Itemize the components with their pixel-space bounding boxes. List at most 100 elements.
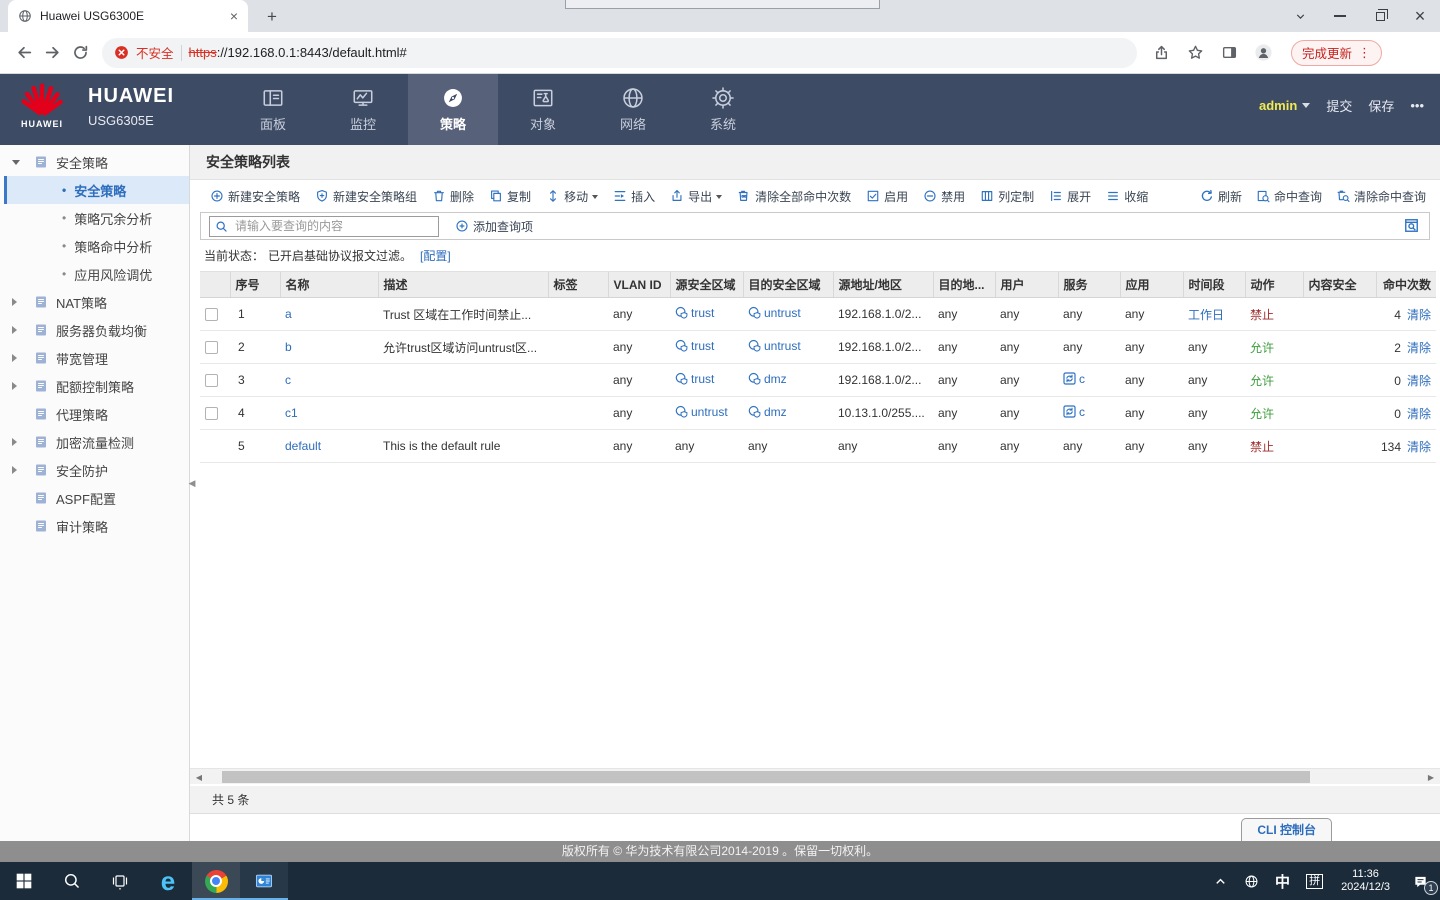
sidebar-item-audit-policy[interactable]: 审计策略: [0, 512, 189, 540]
toolbar-clear-hit-query-button[interactable]: 清除命中查询: [1336, 188, 1426, 205]
col-header[interactable]: 服务: [1058, 272, 1120, 298]
sidebar-item-proxy-policy[interactable]: 代理策略: [0, 400, 189, 428]
scroll-left-arrow-icon[interactable]: ◀: [192, 769, 206, 785]
nav-tab-dashboard[interactable]: 面板: [228, 74, 318, 145]
collapse-arrow-icon[interactable]: [12, 354, 21, 362]
chrome-taskbar-icon[interactable]: [192, 862, 240, 900]
window-restore-button[interactable]: [1360, 0, 1400, 32]
sidebar-item-security-protection[interactable]: 安全防护: [0, 456, 189, 484]
row-checkbox[interactable]: [205, 341, 218, 354]
col-header[interactable]: 描述: [378, 272, 548, 298]
col-header[interactable]: [200, 272, 230, 298]
source-zone-link[interactable]: trust: [675, 339, 714, 353]
clear-hits-link[interactable]: 清除: [1407, 341, 1431, 355]
sidebar-item-security-policy[interactable]: 安全策略: [0, 148, 189, 176]
horizontal-scrollbar[interactable]: ◀ ▶: [190, 768, 1440, 784]
collapse-arrow-icon[interactable]: [12, 438, 21, 446]
policy-row[interactable]: 3 c any trust dmz 192.168.1.0/2... any a…: [200, 364, 1436, 397]
policy-row[interactable]: 2 b 允许trust区域访问untrust区... any trust unt…: [200, 331, 1436, 364]
row-checkbox[interactable]: [205, 407, 218, 420]
col-header[interactable]: 动作: [1245, 272, 1303, 298]
toolbar-collapse-button[interactable]: 收缩: [1106, 188, 1148, 205]
col-header[interactable]: 应用: [1120, 272, 1183, 298]
collapse-arrow-icon[interactable]: [12, 466, 21, 474]
toolbar-expand-button[interactable]: 展开: [1049, 188, 1091, 205]
policy-name-link[interactable]: a: [285, 307, 292, 321]
clear-hits-link[interactable]: 清除: [1407, 308, 1431, 322]
browser-tab[interactable]: Huawei USG6300E ×: [8, 0, 248, 32]
toolbar-enable-button[interactable]: 启用: [866, 188, 908, 205]
chrome-update-button[interactable]: 完成更新 ⋮: [1291, 40, 1382, 66]
user-menu[interactable]: admin: [1259, 98, 1310, 113]
bookmark-star-icon[interactable]: [1181, 39, 1209, 67]
ime-pinyin-indicator[interactable]: 拼: [1298, 862, 1331, 900]
taskbar-clock[interactable]: 11:36 2024/12/3: [1331, 868, 1400, 894]
col-header[interactable]: 序号: [230, 272, 280, 298]
toolbar-column-custom-button[interactable]: 列定制: [980, 188, 1034, 205]
dest-zone-link[interactable]: untrust: [748, 339, 801, 353]
toolbar-move-button[interactable]: 移动: [546, 188, 598, 205]
policy-row[interactable]: 1 a Trust 区域在工作时间禁止... any trust untrust…: [200, 298, 1436, 331]
cli-console-button[interactable]: CLI 控制台: [1241, 818, 1332, 842]
search-box[interactable]: [209, 216, 439, 237]
source-zone-link[interactable]: trust: [675, 372, 714, 386]
sidebar-item-aspf-config[interactable]: ASPF配置: [0, 484, 189, 512]
save-button[interactable]: 保存: [1368, 96, 1394, 115]
clear-hits-link[interactable]: 清除: [1407, 374, 1431, 388]
toolbar-insert-button[interactable]: 插入: [613, 188, 655, 205]
browser-menu-dots-icon[interactable]: ⋮: [1358, 45, 1371, 61]
col-header[interactable]: 命中次数: [1376, 272, 1436, 298]
more-menu-icon[interactable]: •••: [1410, 98, 1424, 113]
profile-avatar[interactable]: [1249, 39, 1277, 67]
saved-query-panel-icon[interactable]: [1403, 217, 1420, 234]
col-header[interactable]: 源地址/地区: [833, 272, 933, 298]
reload-button[interactable]: [66, 39, 94, 67]
url-bar[interactable]: 不安全 https://192.168.0.1:8443/default.htm…: [102, 38, 1137, 68]
col-header[interactable]: 源安全区域: [670, 272, 743, 298]
col-header[interactable]: 名称: [280, 272, 378, 298]
policy-row[interactable]: 5 default This is the default rule any a…: [200, 430, 1436, 463]
sidebar-item-policy-hit-analysis[interactable]: • 策略命中分析: [0, 232, 189, 260]
sidebar-item-security-policy-list[interactable]: • 安全策略: [4, 176, 189, 204]
action-center-button[interactable]: 1: [1400, 862, 1440, 900]
side-panel-icon[interactable]: [1215, 39, 1243, 67]
sidebar-item-policy-redundancy[interactable]: • 策略冗余分析: [0, 204, 189, 232]
task-view-button[interactable]: [96, 862, 144, 900]
nav-tab-network[interactable]: 网络: [588, 74, 678, 145]
col-header[interactable]: 内容安全: [1303, 272, 1376, 298]
presentation-app-taskbar-icon[interactable]: [240, 862, 288, 900]
dest-zone-link[interactable]: dmz: [748, 372, 787, 386]
col-header[interactable]: 用户: [995, 272, 1058, 298]
sidebar-item-encrypted-traffic[interactable]: 加密流量检测: [0, 428, 189, 456]
row-checkbox[interactable]: [205, 308, 218, 321]
sidebar-collapse-handle[interactable]: ◀: [186, 463, 198, 503]
scrollbar-thumb[interactable]: [222, 771, 1310, 783]
policy-name-link[interactable]: c1: [285, 406, 298, 420]
new-tab-button[interactable]: +: [260, 5, 284, 29]
sidebar-item-quota-control[interactable]: 配额控制策略: [0, 372, 189, 400]
service-object-link[interactable]: c: [1063, 372, 1085, 386]
window-minimize-button[interactable]: [1320, 0, 1360, 32]
col-header[interactable]: 目的地...: [933, 272, 995, 298]
window-close-button[interactable]: ×: [1400, 0, 1440, 32]
toolbar-clear-all-hits-button[interactable]: 清除全部命中次数: [737, 188, 851, 205]
nav-tab-policy[interactable]: 策略: [408, 74, 498, 145]
tab-close-icon[interactable]: ×: [230, 9, 238, 23]
sidebar-item-server-load-balance[interactable]: 服务器负载均衡: [0, 316, 189, 344]
add-query-button[interactable]: 添加查询项: [455, 218, 533, 235]
sidebar-item-bandwidth-mgmt[interactable]: 带宽管理: [0, 344, 189, 372]
policy-name-link[interactable]: c: [285, 373, 291, 387]
sidebar-item-app-risk-tuning[interactable]: • 应用风险调优: [0, 260, 189, 288]
toolbar-new-policy-button[interactable]: 新建安全策略: [210, 188, 300, 205]
expand-arrow-icon[interactable]: [12, 160, 20, 169]
toolbar-new-policy-group-button[interactable]: 新建安全策略组: [315, 188, 417, 205]
scroll-right-arrow-icon[interactable]: ▶: [1424, 769, 1438, 785]
tray-chevron-up-icon[interactable]: [1205, 862, 1236, 900]
toolbar-delete-button[interactable]: 删除: [432, 188, 474, 205]
ime-chinese-indicator[interactable]: 中: [1267, 862, 1298, 900]
source-zone-link[interactable]: untrust: [675, 405, 728, 419]
toolbar-export-button[interactable]: 导出: [670, 188, 722, 205]
back-button[interactable]: [10, 39, 38, 67]
source-zone-link[interactable]: trust: [675, 306, 714, 320]
col-header[interactable]: 时间段: [1183, 272, 1245, 298]
